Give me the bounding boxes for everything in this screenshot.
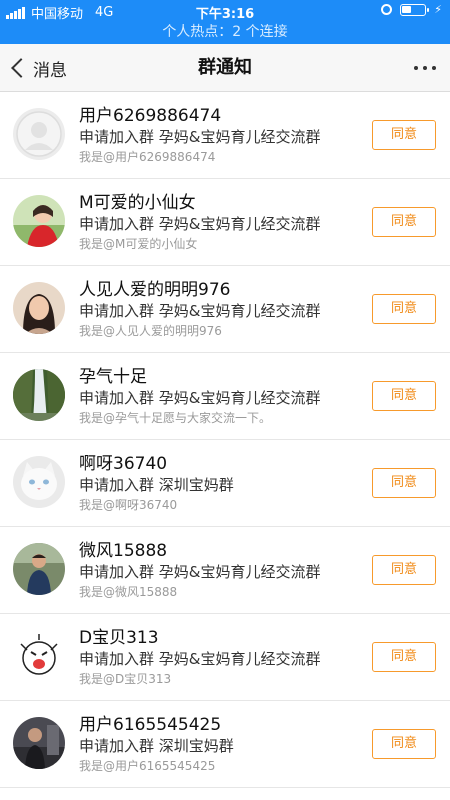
avatar[interactable] — [13, 630, 65, 682]
request-row[interactable]: D宝贝313 申请加入群 孕妈&宝妈育儿经交流群我是@D宝贝313 同意 — [0, 614, 450, 701]
agree-button[interactable]: 同意 — [372, 294, 436, 324]
requester-name: 用户6269886474 — [79, 106, 222, 126]
agree-button[interactable]: 同意 — [372, 381, 436, 411]
request-text: 申请加入群 孕妈&宝妈育儿经交流群 — [79, 302, 321, 320]
avatar[interactable] — [13, 456, 65, 508]
requester-name: 啊呀36740 — [79, 454, 168, 474]
request-text: 申请加入群 深圳宝妈群 — [79, 476, 234, 494]
page-title: 群通知 — [198, 57, 252, 78]
agree-button[interactable]: 同意 — [372, 468, 436, 498]
request-text: 申请加入群 孕妈&宝妈育儿经交流群 — [79, 215, 321, 233]
more-dot-icon — [414, 66, 418, 70]
request-note: 我是@人见人爱的明明976 — [79, 324, 222, 338]
avatar[interactable] — [13, 108, 65, 160]
requester-name: 微风15888 — [79, 541, 168, 561]
requester-name: D宝贝313 — [79, 628, 159, 648]
request-note: 我是@微风15888 — [79, 585, 178, 599]
request-note: 我是@用户6165545425 — [79, 759, 216, 773]
agree-button[interactable]: 同意 — [372, 642, 436, 672]
agree-button[interactable]: 同意 — [372, 729, 436, 759]
requester-name: M可爱的小仙女 — [79, 193, 196, 213]
agree-button[interactable]: 同意 — [372, 120, 436, 150]
request-row[interactable]: 孕气十足申请加入群 孕妈&宝妈育儿经交流群我是@孕气十足愿与大家交流一下。 同意 — [0, 353, 450, 440]
more-dot-icon — [432, 66, 436, 70]
avatar[interactable] — [13, 717, 65, 769]
battery-fill — [402, 5, 412, 13]
request-note: 我是@M可爱的小仙女 — [79, 237, 198, 251]
request-row[interactable]: 用户6269886474 申请加入群 孕妈&宝妈育儿经交流群我是@用户626988… — [0, 92, 450, 179]
more-options-button[interactable] — [412, 60, 438, 76]
more-dot-icon — [423, 66, 427, 70]
request-row[interactable]: 人见人爱的明明976 申请加入群 孕妈&宝妈育儿经交流群我是@人见人爱的明明976… — [0, 266, 450, 353]
request-note: 我是@啊呀36740 — [79, 498, 178, 512]
requester-name: 人见人爱的明明976 — [79, 280, 231, 300]
request-row[interactable]: 啊呀36740 申请加入群 深圳宝妈群我是@啊呀36740 同意 — [0, 440, 450, 527]
request-note: 我是@用户6269886474 — [79, 150, 216, 164]
navigation-bar: 消息 群通知 — [0, 44, 450, 92]
avatar[interactable] — [13, 543, 65, 595]
request-text: 申请加入群 孕妈&宝妈育儿经交流群 — [79, 650, 321, 668]
requester-name: 用户6165545425 — [79, 715, 222, 735]
request-text: 申请加入群 深圳宝妈群 — [79, 737, 234, 755]
request-note: 我是@D宝贝313 — [79, 672, 172, 686]
charging-icon: ⚡ — [434, 3, 442, 16]
request-row[interactable]: M可爱的小仙女申请加入群 孕妈&宝妈育儿经交流群我是@M可爱的小仙女 同意 — [0, 179, 450, 266]
request-row[interactable]: 用户6165545425 申请加入群 深圳宝妈群我是@用户6165545425 同意 — [0, 701, 450, 788]
agree-button[interactable]: 同意 — [372, 555, 436, 585]
avatar[interactable] — [13, 369, 65, 421]
avatar[interactable] — [13, 195, 65, 247]
request-row[interactable]: 微风15888 申请加入群 孕妈&宝妈育儿经交流群我是@微风15888 同意 — [0, 527, 450, 614]
status-right: ⚡ — [381, 3, 442, 16]
request-text: 申请加入群 孕妈&宝妈育儿经交流群 — [79, 563, 321, 581]
agree-button[interactable]: 同意 — [372, 207, 436, 237]
request-list: 用户6269886474 申请加入群 孕妈&宝妈育儿经交流群 我是@用户626988… — [0, 92, 450, 788]
status-bar: 中国移动 4G 下午3:16 ⚡ — [0, 0, 450, 22]
battery-icon — [400, 3, 430, 16]
orientation-lock-icon — [381, 4, 393, 15]
requester-name: 孕气十足 — [79, 367, 147, 387]
request-text: 申请加入群 孕妈&宝妈育儿经交流群 — [79, 389, 321, 407]
request-note: 我是@孕气十足愿与大家交流一下。 — [79, 411, 272, 425]
request-text: 申请加入群 孕妈&宝妈育儿经交流群 — [79, 128, 321, 146]
avatar[interactable] — [13, 282, 65, 334]
hotspot-banner[interactable]: 个人热点：2 个连接 — [0, 22, 450, 44]
